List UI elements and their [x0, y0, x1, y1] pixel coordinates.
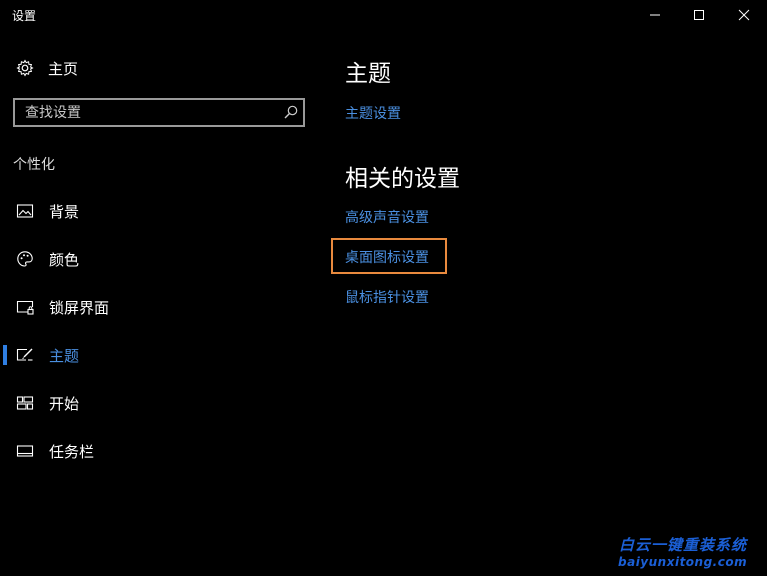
watermark-url: baiyunxitong.com [618, 555, 748, 569]
search-input[interactable] [15, 100, 285, 125]
sidebar-item-colors[interactable]: 颜色 [0, 239, 320, 279]
section-label: 个性化 [13, 157, 55, 173]
search-box[interactable] [13, 98, 305, 127]
close-icon [738, 9, 750, 21]
home-link[interactable]: 主页 [16, 57, 78, 79]
sidebar-item-background[interactable]: 背景 [0, 191, 320, 231]
theme-icon [16, 348, 33, 361]
search-icon[interactable] [283, 104, 299, 120]
lock-screen-icon [16, 300, 34, 315]
sidebar-item-label: 开始 [49, 394, 80, 413]
page-title: 主题 [345, 61, 391, 87]
home-label: 主页 [48, 59, 79, 78]
window-title: 设置 [12, 9, 37, 23]
maximize-icon [694, 10, 704, 20]
selected-indicator [3, 345, 7, 365]
watermark-text: 白云一键重装系统 [619, 536, 748, 554]
theme-settings-link[interactable]: 主题设置 [345, 103, 401, 123]
sidebar-item-label: 任务栏 [49, 442, 95, 461]
sidebar-item-label: 颜色 [49, 250, 80, 269]
palette-icon [17, 251, 33, 267]
gear-icon [16, 59, 34, 77]
desktop-icon-settings-link[interactable]: 桌面图标设置 [345, 247, 429, 267]
minimize-button[interactable] [632, 0, 678, 30]
sidebar-item-taskbar[interactable]: 任务栏 [0, 431, 320, 471]
sidebar-item-lock-screen[interactable]: 锁屏界面 [0, 287, 320, 327]
maximize-button[interactable] [676, 0, 722, 30]
sidebar-item-label: 锁屏界面 [49, 298, 110, 317]
sidebar-item-label: 背景 [49, 202, 80, 221]
title-bar: 设置 [0, 0, 767, 32]
advanced-sound-settings-link[interactable]: 高级声音设置 [345, 207, 429, 227]
picture-icon [16, 204, 34, 218]
sidebar-item-start[interactable]: 开始 [0, 383, 320, 423]
mouse-pointer-settings-link[interactable]: 鼠标指针设置 [345, 287, 429, 307]
sidebar-item-theme[interactable]: 主题 [0, 335, 320, 375]
sidebar-item-label: 主题 [49, 346, 80, 365]
close-button[interactable] [721, 0, 767, 30]
start-icon [16, 396, 34, 410]
minimize-icon [650, 14, 660, 16]
taskbar-icon [16, 445, 34, 457]
related-settings-heading: 相关的设置 [345, 166, 460, 192]
